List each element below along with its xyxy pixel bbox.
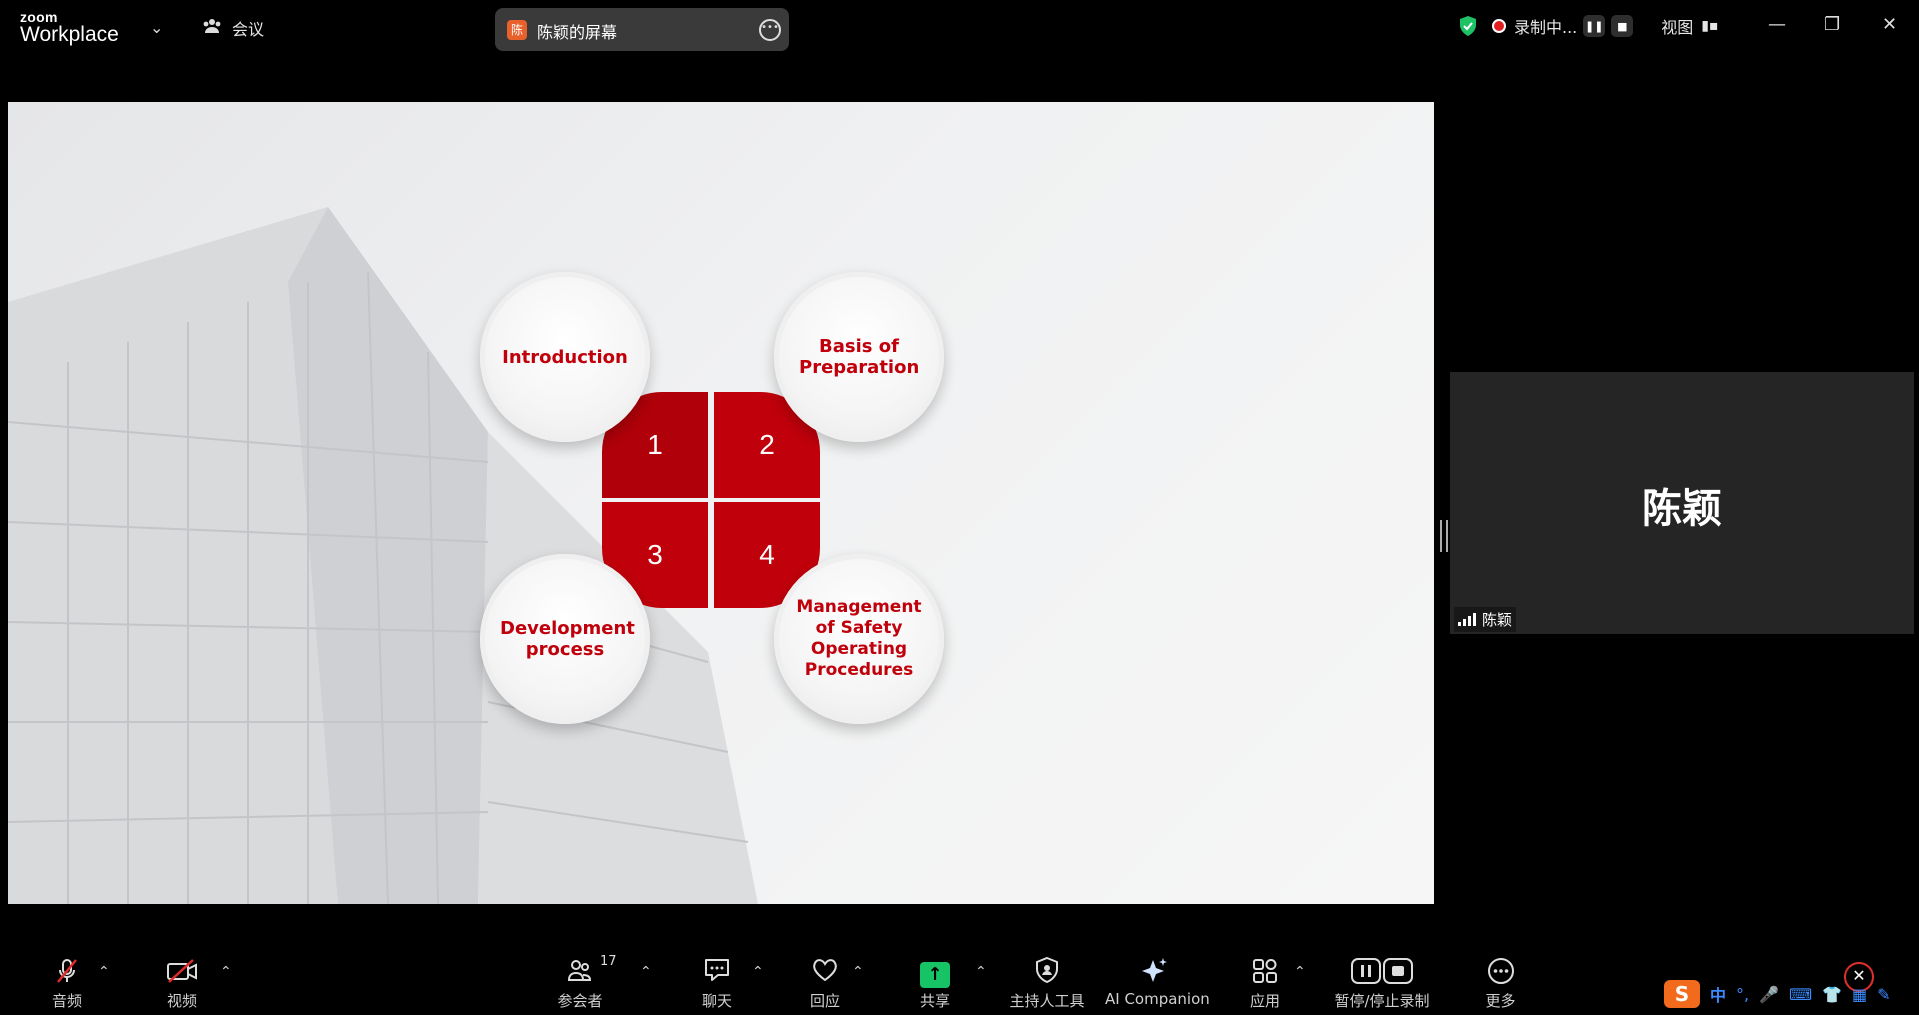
more-button[interactable]: 更多	[1478, 956, 1523, 1011]
sogou-ime-icon[interactable]: S	[1664, 980, 1700, 1008]
video-button[interactable]: 视频	[157, 956, 207, 1011]
sparkle-icon	[1105, 956, 1205, 988]
share-label: 共享	[919, 992, 950, 1010]
meeting-toolbar: 音频 ⌃ 视频 ⌃ 参会者 17 ⌃ 聊天 ⌃ 回应 ⌃ ↑ 共享 ⌃ 主持人工…	[0, 946, 1919, 1015]
record-label: 暂停/停止录制	[1334, 992, 1430, 1010]
share-label: 陈颖的屏幕	[537, 23, 618, 42]
skin-icon[interactable]: 👕	[1822, 985, 1842, 1004]
share-options-caret[interactable]: ⌃	[975, 964, 987, 980]
apps-button[interactable]: 应用	[1240, 956, 1290, 1011]
participants-options-caret[interactable]: ⌃	[640, 964, 652, 980]
video-options-caret[interactable]: ⌃	[220, 964, 232, 980]
chevron-down-icon[interactable]: ⌄	[150, 18, 163, 37]
circle-development: Development process	[480, 554, 650, 724]
record-control-button[interactable]: 暂停/停止录制	[1328, 956, 1436, 1011]
host-shield-icon	[1005, 956, 1089, 988]
ai-companion-button[interactable]: AI Companion	[1105, 956, 1210, 1008]
more-label: 更多	[1485, 992, 1516, 1010]
microphone-muted-icon	[42, 956, 92, 988]
minimize-icon[interactable]: —	[1768, 14, 1786, 35]
recording-dot-icon	[1492, 19, 1506, 33]
video-label: 视频	[166, 992, 197, 1010]
meeting-icon	[202, 17, 222, 39]
chat-label: 聊天	[701, 992, 732, 1010]
host-tools-button[interactable]: 主持人工具	[1005, 956, 1089, 1011]
pause-recording-button[interactable]: ❚❚	[1583, 15, 1606, 37]
view-label[interactable]: 视图	[1661, 14, 1693, 38]
ime-more-icon[interactable]: ✎	[1877, 985, 1890, 1004]
meeting-menu[interactable]: 会议	[202, 16, 264, 40]
view-layout-icon[interactable]: ▮▪	[1701, 18, 1718, 34]
encryption-shield-icon[interactable]	[1458, 15, 1478, 37]
recording-label: 录制中...	[1514, 18, 1578, 37]
top-right-controls: 录制中... ❚❚ ■ 视图 ▮▪	[1458, 14, 1718, 38]
apps-options-caret[interactable]: ⌃	[1294, 964, 1306, 980]
share-screen-icon: ↑	[910, 956, 960, 988]
apps-icon	[1240, 956, 1290, 988]
participant-small-name: 陈颖	[1482, 611, 1513, 629]
more-options-icon[interactable]: •••	[759, 19, 781, 41]
share-screen-button[interactable]: ↑ 共享	[910, 956, 960, 1011]
circle-basis: Basis of Preparation	[774, 272, 944, 442]
logo-top-text: zoom	[20, 9, 58, 25]
react-button[interactable]: 回应	[800, 956, 850, 1011]
close-icon[interactable]: ✕	[1882, 14, 1897, 35]
circle-management: Management of Safety Operating Procedure…	[774, 554, 944, 724]
zoom-logo[interactable]: zoom Workplace	[20, 10, 119, 46]
react-options-caret[interactable]: ⌃	[852, 964, 864, 980]
chat-icon	[692, 956, 742, 988]
participant-big-name: 陈颖	[1642, 486, 1722, 532]
apps-label: 应用	[1249, 992, 1280, 1010]
chat-button[interactable]: 聊天	[692, 956, 742, 1011]
keyboard-icon[interactable]: ⌨	[1789, 985, 1812, 1004]
circle-label: Management of Safety Operating Procedure…	[796, 597, 922, 680]
host-tools-label: 主持人工具	[1009, 992, 1085, 1010]
participants-label: 参会者	[557, 992, 603, 1010]
participant-count: 17	[600, 954, 617, 969]
shared-screen-slide: 1 2 3 4 Introduction Basis of Preparatio…	[8, 102, 1434, 904]
camera-off-icon	[157, 956, 207, 988]
audio-button[interactable]: 音频	[42, 956, 92, 1011]
restore-icon[interactable]: ❐	[1824, 14, 1840, 35]
panel-resize-handle[interactable]	[1440, 520, 1448, 552]
stop-recording-button[interactable]: ■	[1611, 15, 1634, 37]
circle-label: Introduction	[502, 346, 628, 368]
audio-options-caret[interactable]: ⌃	[98, 964, 110, 980]
avatar: 陈	[507, 20, 527, 40]
signal-strength-icon	[1458, 613, 1476, 626]
participant-video-tile[interactable]: 陈颖 陈颖	[1450, 372, 1914, 634]
toolbox-icon[interactable]: ▦	[1852, 985, 1867, 1004]
participant-name-tag: 陈颖	[1454, 607, 1517, 632]
chat-options-caret[interactable]: ⌃	[752, 964, 764, 980]
react-label: 回应	[809, 992, 840, 1010]
voice-input-icon[interactable]: 🎤	[1759, 985, 1779, 1004]
circle-introduction: Introduction	[480, 272, 650, 442]
logo-main-text: Workplace	[20, 23, 119, 46]
punctuation-icon[interactable]: °,	[1736, 985, 1749, 1004]
ime-mode-label[interactable]: 中	[1710, 982, 1726, 1006]
pause-stop-record-icon	[1328, 956, 1436, 988]
ime-toolbar: S 中 °, 🎤 ⌨ 👕 ▦ ✎	[1664, 978, 1891, 1010]
audio-label: 音频	[51, 992, 82, 1010]
meeting-label: 会议	[232, 20, 265, 39]
top-bar: zoom Workplace ⌄ 会议 陈 陈颖的屏幕 ••• 录制中... ❚…	[0, 0, 1919, 56]
heart-icon	[800, 956, 850, 988]
ai-companion-label: AI Companion	[1105, 990, 1210, 1008]
more-icon	[1478, 956, 1523, 988]
circle-label: Development process	[500, 618, 635, 660]
circle-label: Basis of Preparation	[799, 336, 920, 378]
screen-share-indicator[interactable]: 陈 陈颖的屏幕 •••	[495, 8, 789, 51]
